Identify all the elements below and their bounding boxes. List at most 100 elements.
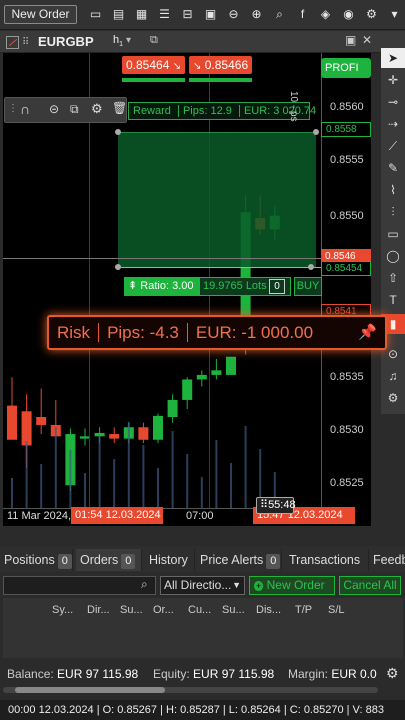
list-icon[interactable]: ☰: [156, 6, 173, 23]
pencil-icon[interactable]: ✎: [381, 158, 405, 178]
lock-icon[interactable]: ⊝: [49, 102, 59, 116]
brush-icon[interactable]: ⌇: [381, 180, 405, 200]
clone-icon[interactable]: ⧉: [70, 102, 79, 117]
top-toolbar: New Order ▭ ▤ ▦ ☰ ⊟ ▣ ⊖ ⊕ ⌕ f ◈ ◉ ⚙ ▾: [0, 0, 405, 30]
panel-tab-price-alerts[interactable]: Price Alerts 0: [196, 549, 282, 571]
search-icon[interactable]: ⌕: [271, 6, 288, 23]
magnet-icon[interactable]: ∩: [20, 101, 30, 117]
symbol-label[interactable]: EURGBP: [38, 34, 94, 49]
crosshair-icon[interactable]: ✛: [381, 70, 405, 90]
template-icon[interactable]: ⊟: [179, 6, 196, 23]
new-order-button[interactable]: New Order: [4, 5, 77, 24]
take-profit-zone[interactable]: [118, 132, 316, 268]
panel-tab-transactions[interactable]: Transactions: [285, 549, 369, 571]
volume-bar: [215, 440, 218, 508]
chart-type-icon[interactable]: ▭: [87, 6, 104, 23]
ask-price-button[interactable]: ↘ 0.85466: [189, 56, 252, 74]
volume-bar: [244, 426, 247, 508]
panel-tab-feedb[interactable]: Feedb: [369, 549, 405, 571]
lots-stepper[interactable]: 0: [269, 279, 285, 294]
entry-handle-right[interactable]: [308, 264, 314, 270]
panel-new-order-button[interactable]: + New Order: [249, 576, 335, 595]
candle: [7, 405, 17, 440]
bid-bar: [122, 78, 185, 82]
direction-select[interactable]: All Directio... ▼: [160, 576, 245, 595]
profit-tag[interactable]: PROFI: [321, 58, 371, 78]
eye-icon[interactable]: ◉: [340, 6, 357, 23]
zoom-in-icon[interactable]: ⊕: [248, 6, 265, 23]
buy-button[interactable]: BUY: [294, 277, 322, 296]
more-icon[interactable]: ▾: [386, 6, 403, 23]
column-header[interactable]: Su...: [120, 604, 143, 616]
bell-icon[interactable]: ♫: [381, 366, 405, 386]
detach-icon[interactable]: ⧉: [150, 34, 158, 47]
drag-handle-icon[interactable]: ⠿: [22, 37, 29, 48]
settings-icon[interactable]: ⚙: [363, 6, 380, 23]
balance: Balance: EUR 97 115.98: [7, 667, 139, 681]
tab-count-badge: 0: [266, 554, 281, 569]
cursor-icon[interactable]: ➤: [381, 48, 405, 68]
volume-bar: [98, 436, 101, 508]
tp-handle[interactable]: [115, 129, 121, 135]
fib-icon[interactable]: ⫶: [381, 202, 405, 222]
column-header[interactable]: Su...: [222, 604, 245, 616]
trash-icon[interactable]: 🗑: [112, 101, 127, 115]
grid-icon[interactable]: ▦: [133, 6, 150, 23]
ratio-label[interactable]: ⇞ Ratio: 3.00: [124, 277, 199, 296]
panel-tab-orders[interactable]: Orders 0: [76, 549, 142, 571]
facebook-icon[interactable]: f: [294, 6, 311, 23]
tp-handle-right[interactable]: [313, 129, 319, 135]
search-input[interactable]: [3, 576, 156, 595]
arrow-up-icon[interactable]: ⇧: [381, 268, 405, 288]
horizontal-scrollbar[interactable]: [3, 687, 378, 693]
drawing-tools-sidebar: ➤ ✛ ⊸ ⇢ ⟋ ✎ ⌇ ⫶ ▭ ◯ ⇧ T ▮ ⊙ ♫ ⚙: [381, 44, 405, 414]
candle: [196, 374, 207, 380]
column-header[interactable]: Dis...: [256, 604, 281, 616]
entry-handle[interactable]: [115, 264, 121, 270]
ray-icon[interactable]: ⇢: [381, 114, 405, 134]
column-header[interactable]: Sy...: [52, 604, 73, 616]
column-header[interactable]: Cu...: [188, 604, 211, 616]
chart-style-icon[interactable]: [6, 36, 19, 49]
tp-price-tag: 0.8558: [321, 122, 371, 137]
filter-row: ⌕ All Directio... ▼ + New Order Cancel Al…: [0, 573, 405, 598]
crosshair-line: [3, 258, 321, 259]
volume-bar: [142, 445, 145, 508]
gear-icon[interactable]: ⚙: [91, 101, 103, 117]
settings-icon[interactable]: ⚙: [381, 388, 405, 408]
crosshair-time-tag: 01:54 12.03.2024: [71, 507, 163, 524]
candle-countdown: ⠿55:48: [256, 497, 296, 514]
layers-icon[interactable]: ◈: [317, 6, 334, 23]
timeframe-label[interactable]: h1: [113, 34, 123, 48]
price-axis-label: 0.8530: [330, 424, 364, 436]
search-icon[interactable]: ⌕: [141, 577, 148, 592]
candle: [167, 399, 178, 417]
gear-icon[interactable]: ⚙: [386, 665, 399, 682]
pin-icon[interactable]: 📌: [358, 317, 377, 348]
price-axis-label: 0.8525: [330, 477, 364, 489]
timeframe-dropdown-icon[interactable]: ▾: [126, 35, 131, 46]
reward-label[interactable]: Reward Pips: 12.9 EUR: 3 020.74: [128, 102, 321, 120]
column-header[interactable]: Or...: [153, 604, 174, 616]
horizontal-line-icon[interactable]: ⊸: [381, 92, 405, 112]
maximize-icon[interactable]: ▣: [345, 33, 356, 47]
drag-handle-icon[interactable]: ⋮: [8, 103, 18, 114]
zoom-out-icon[interactable]: ⊖: [225, 6, 242, 23]
panel-tab-history[interactable]: History: [145, 549, 195, 571]
volume-bar: [230, 463, 232, 508]
image-icon[interactable]: ▣: [202, 6, 219, 23]
text-icon[interactable]: T: [381, 290, 405, 310]
close-icon[interactable]: ✕: [362, 33, 372, 47]
ellipse-icon[interactable]: ◯: [381, 246, 405, 266]
panel-tab-positions[interactable]: Positions 0: [0, 549, 73, 571]
column-header[interactable]: T/P: [295, 604, 312, 616]
column-header[interactable]: Dir...: [87, 604, 110, 616]
channel-icon[interactable]: ▭: [381, 224, 405, 244]
bid-price-button[interactable]: 0.85464 ↘: [122, 56, 185, 74]
chart-area[interactable]: Reward Pips: 12.9 EUR: 3 020.74 0.85464 …: [3, 53, 371, 526]
trend-line-icon[interactable]: ⟋: [381, 136, 405, 156]
cancel-all-button[interactable]: Cancel All: [339, 576, 401, 595]
column-header[interactable]: S/L: [328, 604, 345, 616]
risk-label[interactable]: Risk Pips: -4.3 EUR: -1 000.00 📌: [47, 315, 387, 350]
layout-icon[interactable]: ▤: [110, 6, 127, 23]
